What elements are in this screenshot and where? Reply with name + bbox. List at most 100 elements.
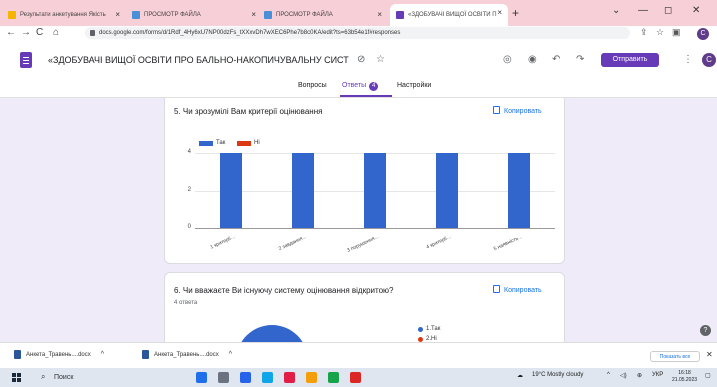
gridline <box>195 228 555 229</box>
question-6-card: 6. Чи вважаєте Ви існуючу систему оцінюв… <box>164 272 565 342</box>
sidebar-icon[interactable]: ▣ <box>672 27 681 38</box>
chevron-up-icon[interactable]: ^ <box>101 351 104 358</box>
x-tick-label: 5 наявність... <box>493 234 524 253</box>
back-icon[interactable]: ← <box>6 26 16 40</box>
taskbar-search-input[interactable]: Поиск <box>38 371 138 384</box>
copy-chart-button[interactable]: Копировать <box>493 106 542 115</box>
tab-favicon <box>132 11 140 19</box>
browser-profile-avatar[interactable]: C <box>697 28 709 40</box>
copy-label: Копировать <box>504 287 542 294</box>
close-icon[interactable]: × <box>115 10 120 19</box>
send-button[interactable]: Отправить <box>601 53 659 67</box>
taskbar-app-icon[interactable] <box>350 372 361 383</box>
taskbar-app-icon[interactable] <box>262 372 273 383</box>
taskbar-app-icon[interactable] <box>306 372 317 383</box>
downloads-bar: Анкета_Травень....docx ^ Анкета_Травень..… <box>0 342 717 368</box>
download-filename: Анкета_Травень....docx <box>154 351 219 358</box>
pie-legend-item: 1.Так <box>418 326 440 332</box>
question-5-card: 5. Чи зрозумілі Вам критерії оцінювання … <box>164 98 565 264</box>
chart-bar <box>436 153 458 228</box>
download-item[interactable]: Анкета_Травень....docx ^ <box>142 350 232 359</box>
forms-logo-icon[interactable] <box>20 52 32 68</box>
star-icon[interactable]: ☆ <box>656 27 664 38</box>
legend-dot <box>418 326 423 332</box>
legend-label: Так <box>216 140 226 146</box>
show-all-downloads-button[interactable]: Показать все <box>650 351 700 362</box>
avatar[interactable]: C <box>702 53 716 67</box>
tab-label: «ЗДОБУВАЧІ ВИЩОЇ ОСВІТИ П <box>408 12 497 18</box>
taskbar-app-icon[interactable] <box>240 372 251 383</box>
word-doc-icon <box>142 350 149 359</box>
minimize-button[interactable]: — <box>638 5 648 16</box>
reload-icon[interactable]: C <box>36 26 43 40</box>
y-tick-label: 2 <box>187 186 191 193</box>
taskbar-app-icon[interactable] <box>328 372 339 383</box>
tray-chevron-icon[interactable]: ^ <box>607 372 610 378</box>
new-tab-button[interactable]: + <box>512 6 519 20</box>
chart-bar <box>292 153 314 228</box>
tab-favicon <box>396 11 404 19</box>
tab-label: ПРОСМОТР ФАЙЛА <box>144 12 201 18</box>
tab-questions[interactable]: Вопросы <box>298 82 327 89</box>
tab-answers[interactable]: Ответы 4 <box>342 82 379 91</box>
legend-swatch <box>199 140 213 146</box>
taskbar-app-icon[interactable] <box>218 372 229 383</box>
tab-search-icon[interactable]: ⌄ <box>612 5 620 16</box>
preview-eye-icon[interactable]: ◉ <box>528 54 537 65</box>
forms-header: «ЗДОБУВАЧІ ВИЩОЇ ОСВІТИ ПРО БАЛЬНО-НАКОП… <box>0 42 717 98</box>
close-downloads-icon[interactable]: ✕ <box>706 350 713 359</box>
windows-taskbar: ⌕ Поиск ☁ 19°C Mostly cloudy ^ ◁) ⊕ УКР … <box>0 368 717 387</box>
weather-text[interactable]: 19°C Mostly cloudy <box>532 372 583 378</box>
browser-tab-form[interactable]: «ЗДОБУВАЧІ ВИЩОЇ ОСВІТИ П × <box>390 4 508 26</box>
move-to-folder-icon[interactable]: ⊘ <box>357 54 365 65</box>
response-count: 4 ответа <box>174 300 198 306</box>
help-icon[interactable]: ? <box>700 325 711 336</box>
legend-label: 1.Так <box>426 326 441 332</box>
more-vert-icon[interactable]: ⋮ <box>683 54 693 65</box>
tab-settings[interactable]: Настройки <box>397 82 431 89</box>
copy-label: Копировать <box>504 108 542 115</box>
active-tab-indicator <box>340 95 392 97</box>
download-filename: Анкета_Травень....docx <box>26 351 91 358</box>
forward-icon[interactable]: → <box>21 26 31 40</box>
maximize-button[interactable]: ◻ <box>664 5 672 16</box>
browser-tab-results[interactable]: Результати анкетування Якість × <box>8 6 126 24</box>
browser-tab-file-2[interactable]: ПРОСМОТР ФАЙЛА × <box>264 6 388 24</box>
star-icon[interactable]: ☆ <box>376 54 385 65</box>
volume-icon[interactable]: ◁) <box>620 372 627 379</box>
close-icon[interactable]: × <box>251 10 256 19</box>
chevron-up-icon[interactable]: ^ <box>229 351 232 358</box>
taskbar-app-icon[interactable] <box>284 372 295 383</box>
close-icon[interactable]: × <box>377 10 382 19</box>
weather-icon[interactable]: ☁ <box>517 372 523 379</box>
browser-tab-strip: Результати анкетування Якість × ПРОСМОТР… <box>0 0 717 26</box>
home-icon[interactable]: ⌂ <box>53 26 59 40</box>
lock-icon <box>90 30 95 36</box>
taskbar-app-icon[interactable] <box>196 372 207 383</box>
answers-count-badge: 4 <box>369 82 379 91</box>
copy-chart-button[interactable]: Копировать <box>493 285 542 294</box>
browser-tab-file-1[interactable]: ПРОСМОТР ФАЙЛА × <box>132 6 262 24</box>
url-text: docs.google.com/forms/d/1Rdf_4Hy6xU7NP00… <box>99 30 401 36</box>
windows-start-icon[interactable] <box>12 373 21 382</box>
palette-icon[interactable]: ◎ <box>503 54 512 65</box>
tab-favicon <box>264 11 272 19</box>
x-tick-label: 4 критерії... <box>425 234 452 251</box>
network-icon[interactable]: ⊕ <box>637 372 642 379</box>
notifications-icon[interactable]: ▢ <box>705 372 711 379</box>
language-indicator[interactable]: УКР <box>652 372 663 378</box>
form-title[interactable]: «ЗДОБУВАЧІ ВИЩОЇ ОСВІТИ ПРО БАЛЬНО-НАКОП… <box>48 55 349 65</box>
x-tick-label: 3 порушення... <box>346 234 380 254</box>
tab-label: ПРОСМОТР ФАЙЛА <box>276 12 333 18</box>
close-icon[interactable]: × <box>497 8 502 17</box>
download-item[interactable]: Анкета_Травень....docx ^ <box>14 350 104 359</box>
url-input[interactable]: docs.google.com/forms/d/1Rdf_4Hy6xU7NP00… <box>85 27 630 39</box>
clock[interactable]: 16:18 21.05.2023 <box>672 370 697 384</box>
legend-dot <box>418 336 423 342</box>
undo-icon[interactable]: ↶ <box>552 54 560 65</box>
share-icon[interactable]: ⇪ <box>640 27 648 38</box>
word-doc-icon <box>14 350 21 359</box>
window-close-button[interactable]: ✕ <box>692 5 700 16</box>
clock-date: 21.05.2023 <box>672 377 698 383</box>
redo-icon[interactable]: ↷ <box>576 54 584 65</box>
